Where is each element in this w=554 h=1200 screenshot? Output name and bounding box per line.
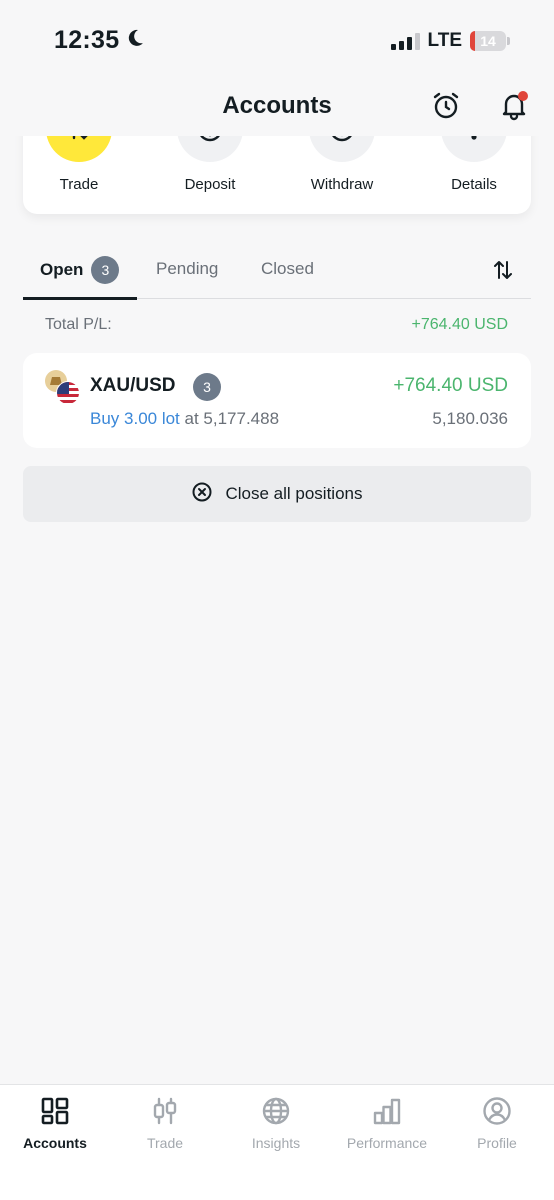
positions-tabs: Open 3 Pending Closed	[23, 246, 531, 300]
profile-icon	[442, 1095, 552, 1127]
status-bar: 12:35 LTE 14	[0, 0, 554, 80]
nav-insights[interactable]: Insights	[221, 1095, 331, 1151]
close-all-label: Close all positions	[225, 484, 363, 503]
sort-arrows-icon[interactable]	[491, 258, 515, 282]
position-detail: Buy 3.00 lot at 5,177.488	[90, 409, 279, 429]
tab-pending[interactable]: Pending	[156, 259, 218, 279]
status-indicators: LTE 14	[390, 30, 510, 52]
trade-action-label: Trade	[59, 176, 99, 193]
bar-chart-icon	[332, 1095, 442, 1127]
us-flag-icon	[56, 381, 80, 405]
open-price: at 5,177.488	[184, 409, 280, 428]
nav-profile[interactable]: Profile	[442, 1095, 552, 1151]
globe-icon	[221, 1095, 331, 1127]
position-side: Buy 3.00 lot	[90, 409, 180, 428]
total-pl-row: Total P/L: +764.40 USD	[45, 316, 508, 334]
current-price: 5,180.036	[432, 409, 508, 428]
deposit-action-label: Deposit	[184, 176, 236, 193]
app-header: Accounts	[0, 80, 554, 136]
battery-icon: 14	[470, 31, 510, 51]
instrument-flags	[45, 370, 81, 406]
total-pl-value: +764.40 USD	[411, 316, 508, 333]
battery-level: 14	[480, 33, 496, 49]
total-pl-label: Total P/L:	[45, 316, 112, 333]
tab-closed-label: Closed	[261, 259, 314, 278]
accounts-icon	[0, 1095, 110, 1127]
network-type: LTE	[427, 30, 462, 51]
nav-accounts-label: Accounts	[23, 1135, 87, 1151]
close-circle-icon	[191, 481, 213, 508]
close-all-positions-button[interactable]: Close all positions	[23, 466, 531, 522]
tab-closed[interactable]: Closed	[261, 259, 314, 279]
candlestick-icon	[110, 1095, 220, 1127]
nav-performance[interactable]: Performance	[332, 1095, 442, 1151]
nav-trade[interactable]: Trade	[110, 1095, 220, 1151]
nav-accounts[interactable]: Accounts	[0, 1095, 110, 1151]
tab-open-label: Open	[40, 260, 84, 279]
position-card[interactable]: XAU/USD 3 +764.40 USD Buy 3.00 lot at 5,…	[23, 353, 531, 448]
clock-text: 12:35	[54, 26, 120, 54]
instrument-symbol: XAU/USD	[90, 375, 176, 396]
tab-open[interactable]: Open 3	[40, 256, 120, 284]
signal-icon	[390, 32, 420, 50]
position-pl: +764.40 USD	[393, 375, 508, 396]
position-count-badge: 3	[193, 373, 221, 401]
nav-performance-label: Performance	[346, 1135, 428, 1151]
nav-insights-label: Insights	[251, 1135, 301, 1151]
active-tab-indicator	[23, 297, 137, 300]
bottom-navigation: Accounts Trade Insights Performance Prof…	[0, 1084, 554, 1200]
details-action-label: Details	[451, 176, 497, 193]
withdraw-action-label: Withdraw	[310, 176, 374, 193]
page-title: Accounts	[222, 92, 332, 119]
nav-trade-label: Trade	[146, 1135, 184, 1151]
open-count-badge: 3	[91, 256, 120, 284]
alarm-clock-icon[interactable]	[430, 90, 462, 122]
moon-icon	[125, 26, 145, 55]
tab-pending-label: Pending	[156, 259, 219, 278]
bell-icon[interactable]	[498, 90, 530, 122]
nav-profile-label: Profile	[477, 1135, 517, 1151]
status-time: 12:35	[54, 26, 145, 55]
